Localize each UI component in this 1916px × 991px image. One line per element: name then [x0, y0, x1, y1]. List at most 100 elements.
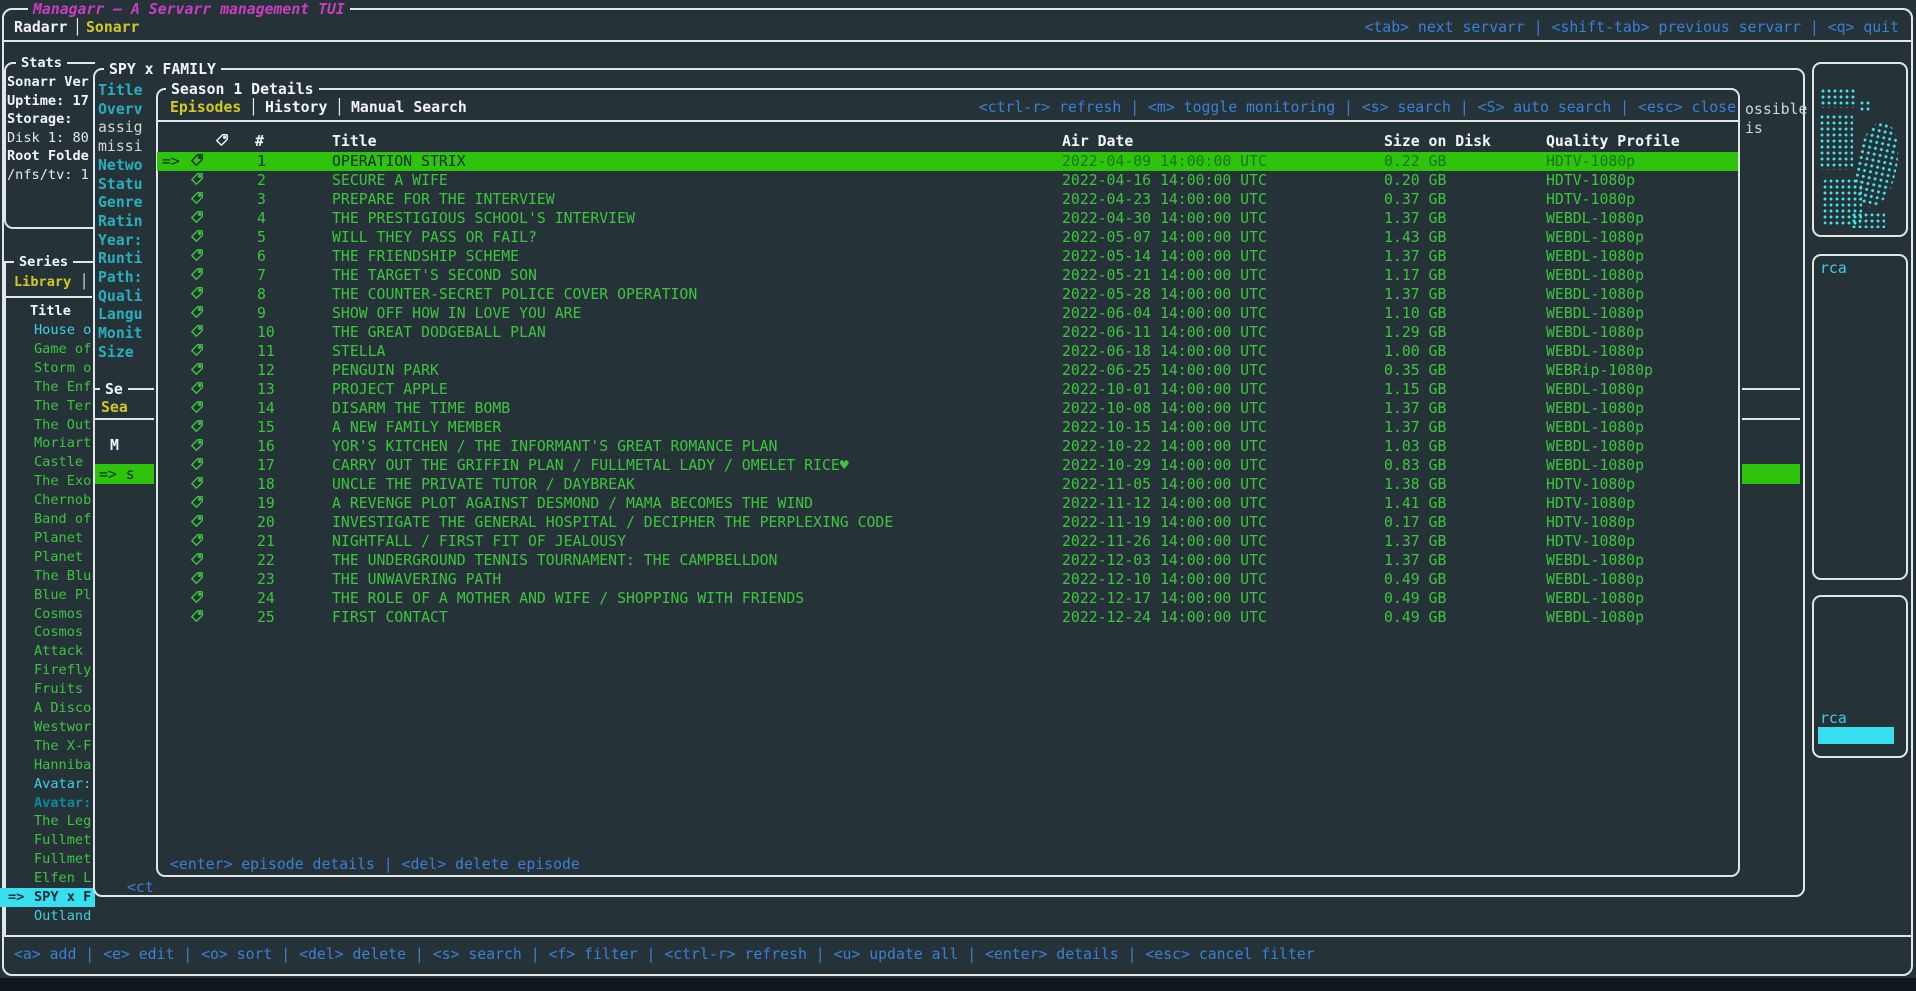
series-list-item[interactable]: Chernob	[0, 491, 95, 510]
tab-episodes[interactable]: Episodes	[170, 99, 241, 116]
episode-quality: WEBDL-1080p	[1546, 324, 1644, 341]
series-list-item[interactable]: The Leg	[0, 812, 95, 831]
episode-row[interactable]: 18UNCLE THE PRIVATE TUTOR / DAYBREAK2022…	[157, 475, 1738, 494]
episode-row[interactable]: 22THE UNDERGROUND TENNIS TOURNAMENT: THE…	[157, 551, 1738, 570]
series-list-item[interactable]: Outland	[0, 907, 95, 926]
episode-row[interactable]: 13PROJECT APPLE2022-10-01 14:00:00 UTC1.…	[157, 380, 1738, 399]
episode-quality: WEBDL-1080p	[1546, 590, 1644, 607]
series-details-title: SPY x FAMILY	[104, 61, 221, 78]
episode-row[interactable]: 23THE UNWAVERING PATH2022-12-10 14:00:00…	[157, 570, 1738, 589]
episode-row[interactable]: 17CARRY OUT THE GRIFFIN PLAN / FULLMETAL…	[157, 456, 1738, 475]
detail-field-label: Overv	[98, 101, 143, 118]
series-list-item[interactable]: Blue Pl	[0, 586, 95, 605]
episode-row[interactable]: => 1OPERATION STRIX2022-04-09 14:00:00 U…	[157, 152, 1738, 171]
series-list-item[interactable]: Fruits	[0, 680, 95, 699]
series-list-item[interactable]: House o	[0, 321, 95, 340]
series-list-item[interactable]: Game of	[0, 340, 95, 359]
season-tabs-divider	[158, 120, 1738, 122]
series-list-item[interactable]: The Blu	[0, 567, 95, 586]
series-list-item[interactable]: The Ter	[0, 397, 95, 416]
monitored-tag-icon	[190, 286, 204, 300]
series-list-item[interactable]: Westwor	[0, 718, 95, 737]
series-list-item[interactable]: Cosmos	[0, 605, 95, 624]
episode-row[interactable]: 12PENGUIN PARK2022-06-25 14:00:00 UTC0.3…	[157, 361, 1738, 380]
episode-row[interactable]: 16YOR'S KITCHEN / THE INFORMANT'S GREAT …	[157, 437, 1738, 456]
series-list-item[interactable]: Attack	[0, 642, 95, 661]
episode-row[interactable]: 8THE COUNTER-SECRET POLICE COVER OPERATI…	[157, 285, 1738, 304]
series-list-item[interactable]: Band of	[0, 510, 95, 529]
library-panel-bottom-border	[4, 935, 1911, 937]
series-list-item[interactable]: A Disco	[0, 699, 95, 718]
episode-row[interactable]: 2SECURE A WIFE2022-04-16 14:00:00 UTC0.2…	[157, 171, 1738, 190]
episode-air-date: 2022-10-29 14:00:00 UTC	[1062, 457, 1267, 474]
episode-row[interactable]: 7THE TARGET'S SECOND SON2022-05-21 14:00…	[157, 266, 1738, 285]
series-list-item[interactable]: Firefly	[0, 661, 95, 680]
season-footer-hotkeys: <enter> episode details | <del> delete e…	[170, 856, 580, 873]
seasons-tab-fragment[interactable]: Sea	[101, 399, 128, 416]
tab-history[interactable]: History	[265, 99, 327, 116]
episode-quality: HDTV-1080p	[1546, 495, 1635, 512]
series-title: Avatar:	[34, 795, 91, 812]
series-list-item[interactable]: Planet	[0, 529, 95, 548]
series-list-item[interactable]: Castle	[0, 453, 95, 472]
series-list-item[interactable]: Avatar:	[0, 775, 95, 794]
series-panel-title: Series	[14, 254, 73, 271]
series-list-item[interactable]: Fullmet	[0, 850, 95, 869]
monitored-tag-icon	[190, 495, 204, 509]
series-list-item[interactable]: The Enf	[0, 378, 95, 397]
series-title: Outland	[34, 908, 91, 925]
col-header-airdate[interactable]: Air Date	[1062, 133, 1133, 150]
episode-row[interactable]: 9SHOW OFF HOW IN LOVE YOU ARE2022-06-04 …	[157, 304, 1738, 323]
episode-row[interactable]: 3PREPARE FOR THE INTERVIEW2022-04-23 14:…	[157, 190, 1738, 209]
episode-row[interactable]: 11STELLA2022-06-18 14:00:00 UTC1.00 GBWE…	[157, 342, 1738, 361]
episode-quality: HDTV-1080p	[1546, 172, 1635, 189]
episode-row[interactable]: 21NIGHTFALL / FIRST FIT OF JEALOUSY2022-…	[157, 532, 1738, 551]
episode-air-date: 2022-12-17 14:00:00 UTC	[1062, 590, 1267, 607]
monitored-tag-icon	[190, 419, 204, 433]
series-list-item[interactable]: Elfen L	[0, 869, 95, 888]
episode-quality: WEBDL-1080p	[1546, 609, 1644, 626]
series-list-item[interactable]: The Out	[0, 416, 95, 435]
episode-row[interactable]: 15A NEW FAMILY MEMBER2022-10-15 14:00:00…	[157, 418, 1738, 437]
episode-row[interactable]: 4THE PRESTIGIOUS SCHOOL'S INTERVIEW2022-…	[157, 209, 1738, 228]
col-header-quality[interactable]: Quality Profile	[1546, 133, 1680, 150]
series-list-item[interactable]: Hanniba	[0, 756, 95, 775]
series-title: The Out	[34, 417, 91, 434]
col-header-title[interactable]: Title	[332, 133, 377, 150]
episode-quality: WEBDL-1080p	[1546, 248, 1644, 265]
episode-quality: HDTV-1080p	[1546, 514, 1635, 531]
series-list-item[interactable]: Fullmet	[0, 831, 95, 850]
episode-quality: WEBDL-1080p	[1546, 210, 1644, 227]
episode-title: SHOW OFF HOW IN LOVE YOU ARE	[332, 305, 581, 322]
episode-row[interactable]: 20INVESTIGATE THE GENERAL HOSPITAL / DEC…	[157, 513, 1738, 532]
series-list-item[interactable]: The Exo	[0, 472, 95, 491]
series-title: Chernob	[34, 492, 91, 509]
episode-title: PENGUIN PARK	[332, 362, 439, 379]
episode-row[interactable]: 25FIRST CONTACT2022-12-24 14:00:00 UTC0.…	[157, 608, 1738, 627]
series-list-item[interactable]: Cosmos	[0, 623, 95, 642]
stats-line: Sonarr Ver	[7, 74, 89, 91]
episode-row[interactable]: 10THE GREAT DODGEBALL PLAN2022-06-11 14:…	[157, 323, 1738, 342]
col-header-number[interactable]: #	[255, 133, 264, 150]
poster-dot-art	[1848, 119, 1905, 211]
series-list-item[interactable]: Moriart	[0, 434, 95, 453]
series-list-item[interactable]: Avatar:	[0, 794, 95, 813]
series-list-item[interactable]: Planet	[0, 548, 95, 567]
episode-row[interactable]: 19A REVENGE PLOT AGAINST DESMOND / MAMA …	[157, 494, 1738, 513]
episode-row[interactable]: 14DISARM THE TIME BOMB2022-10-08 14:00:0…	[157, 399, 1738, 418]
series-list-item[interactable]: =>SPY x F	[0, 888, 95, 907]
episode-row[interactable]: 6THE FRIENDSHIP SCHEME2022-05-14 14:00:0…	[157, 247, 1738, 266]
series-list-item[interactable]: The X-F	[0, 737, 95, 756]
tab-manual-search[interactable]: Manual Search	[351, 99, 467, 116]
sidebar-tab-library[interactable]: Library	[14, 274, 71, 291]
monitored-tag-icon	[215, 133, 229, 147]
selected-season-row-fragment[interactable]: => s	[95, 464, 154, 484]
series-list-item[interactable]: Storm o	[0, 359, 95, 378]
episode-size: 1.43 GB	[1384, 229, 1446, 246]
episode-air-date: 2022-06-11 14:00:00 UTC	[1062, 324, 1267, 341]
episode-title: THE PRESTIGIOUS SCHOOL'S INTERVIEW	[332, 210, 635, 227]
episode-row[interactable]: 5WILL THEY PASS OR FAIL?2022-05-07 14:00…	[157, 228, 1738, 247]
episode-row[interactable]: 24THE ROLE OF A MOTHER AND WIFE / SHOPPI…	[157, 589, 1738, 608]
episode-number: 23	[257, 571, 275, 588]
col-header-size[interactable]: Size on Disk	[1384, 133, 1491, 150]
